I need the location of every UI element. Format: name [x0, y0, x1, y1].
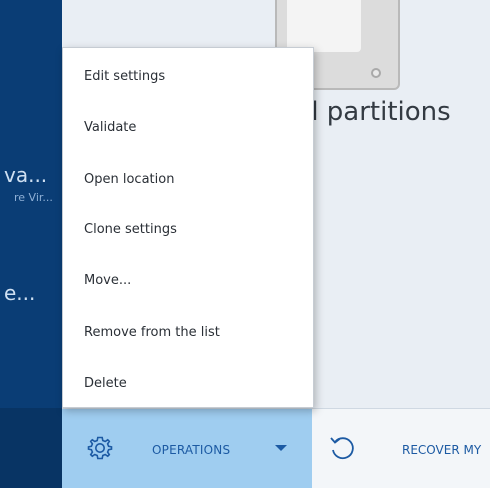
- menu-item-move[interactable]: Move...: [63, 260, 313, 300]
- menu-item-edit-settings[interactable]: Edit settings: [63, 56, 313, 96]
- menu-item-validate[interactable]: Validate: [63, 107, 313, 147]
- sidebar: va... re Vir... e...: [0, 0, 62, 408]
- menu-item-clone-settings[interactable]: Clone settings: [63, 209, 313, 249]
- operations-menu: Edit settings Validate Open location Clo…: [62, 47, 314, 408]
- sidebar-footer: [0, 408, 62, 488]
- sidebar-item-title-2[interactable]: e...: [4, 281, 35, 305]
- sidebar-item-title[interactable]: va...: [4, 163, 47, 187]
- menu-item-delete[interactable]: Delete: [63, 363, 313, 403]
- disk-label-area: [287, 0, 361, 52]
- menu-item-remove-from-list[interactable]: Remove from the list: [63, 312, 313, 352]
- page-title: d partitions: [302, 97, 451, 127]
- bottom-toolbar: OPERATIONS RECOVER MY: [62, 408, 490, 488]
- gear-icon: [87, 436, 113, 460]
- undo-icon[interactable]: [328, 434, 356, 462]
- operations-button[interactable]: OPERATIONS: [62, 409, 312, 488]
- sidebar-item-subtitle: re Vir...: [14, 191, 53, 204]
- disk-dot: [371, 68, 381, 78]
- chevron-down-icon: [275, 445, 287, 451]
- operations-label: OPERATIONS: [152, 443, 231, 457]
- recover-button[interactable]: RECOVER MY: [402, 443, 481, 457]
- menu-item-open-location[interactable]: Open location: [63, 159, 313, 199]
